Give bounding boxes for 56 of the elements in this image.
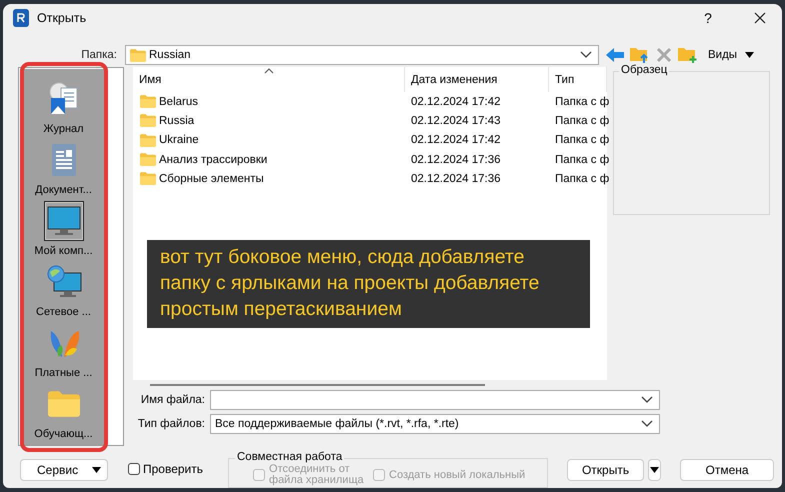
annotation-callout: вот тут боковое меню, сюда добавляете папку с ярлыками на проекты добавляете простым перетаскиванием [147,240,590,328]
document-icon [50,143,76,177]
worksharing-title: Совместная работа [235,451,344,464]
file-row[interactable]: Belarus 02.12.2024 17:42 Папка с ф [133,92,607,112]
sidebar-item[interactable]: Сетевое ... [20,262,106,323]
dropdown-chevron-icon[interactable] [641,396,653,404]
window-title: Открыть [37,11,86,25]
audit-checkbox[interactable]: Проверить [128,462,204,476]
sort-caret-icon [264,68,274,74]
column-header[interactable]: Имя [133,67,405,92]
dropdown-chevron-icon[interactable] [641,420,653,428]
app-logo-icon [13,9,29,27]
folder-icon [140,134,156,147]
folder-icon [130,48,146,62]
delete-icon[interactable] [656,47,672,63]
folder-icon [48,391,80,417]
file-row[interactable]: Russia 02.12.2024 17:43 Папка с ф [133,111,607,131]
close-icon [754,12,766,24]
caret-icon [92,467,101,473]
folder-icon [140,95,156,108]
caret-icon [745,52,754,58]
sidebar-item[interactable]: Обучающ... [20,384,106,445]
new-folder-icon[interactable] [678,46,698,64]
monitor-icon [46,206,80,236]
folder-up-icon[interactable] [630,46,650,64]
preview-title: Образец [619,64,670,77]
folder-label: Папка: [80,49,118,61]
file-name-field[interactable] [210,390,660,410]
file-row[interactable]: Анализ трассировки 02.12.2024 17:36 Папка с ф [133,150,607,170]
column-header[interactable]: Тип [549,67,607,92]
help-button[interactable]: ? [686,10,730,26]
dropdown-chevron-icon[interactable] [580,51,592,59]
scrollbar[interactable] [150,384,485,386]
folder-icon [140,153,156,166]
open-button[interactable]: Открыть [567,459,644,481]
file-row[interactable]: Сборные элементы 02.12.2024 17:36 Папка с ф [133,169,607,188]
sidebar-item[interactable]: Журнал [20,79,106,140]
cancel-button[interactable]: Отмена [680,459,774,481]
history-document-icon [46,82,80,116]
views-menu-button[interactable]: Виды [704,49,754,61]
tools-button[interactable]: Сервис [20,459,108,481]
back-arrow-icon[interactable] [606,48,624,62]
file-type-dropdown[interactable]: Все поддерживаемые файлы (*.rvt, *.rfa, *.rte) [210,414,660,434]
network-monitor-icon [46,265,82,299]
sidebar-item[interactable]: Платные ... [20,323,106,384]
folder-dropdown[interactable]: Russian [125,45,599,65]
folder-icon [140,172,156,186]
caret-icon [650,467,660,473]
open-options-button[interactable] [648,459,662,481]
file-type-label: Тип файлов: [136,418,206,430]
sidebar-item[interactable]: Мой комп... [20,201,106,262]
folder-icon [140,114,156,128]
file-row[interactable]: Ukraine 02.12.2024 17:42 Папка с ф [133,130,607,150]
file-name-label: Имя файла: [140,394,206,406]
sidebar-item[interactable]: Документ... [20,140,106,201]
column-header[interactable]: Дата изменения [405,67,549,92]
